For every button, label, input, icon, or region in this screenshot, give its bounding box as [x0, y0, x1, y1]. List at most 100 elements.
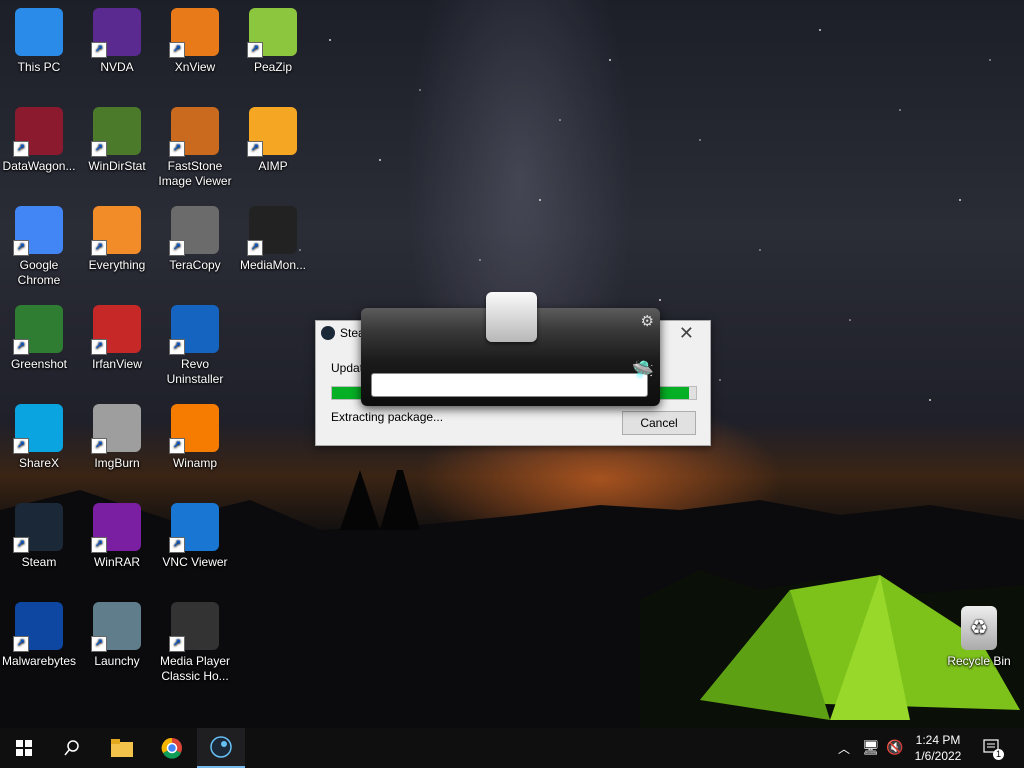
search-icon: [64, 740, 79, 756]
network-icon[interactable]: 🖥: [862, 739, 880, 756]
desktop-icon-everything[interactable]: ↗ Everything: [78, 200, 156, 273]
search-button[interactable]: [48, 728, 96, 768]
desktop-icon-xnview[interactable]: ↗ XnView: [156, 2, 234, 75]
desktop-icon-label: Recycle Bin: [947, 654, 1011, 668]
desktop-icon-vnc[interactable]: ↗ VNC Viewer: [156, 497, 234, 570]
taskbar-chrome[interactable]: [148, 728, 196, 768]
desktop-icon-windirstat[interactable]: ↗ WinDirStat: [78, 101, 156, 174]
taskbar-file-explorer[interactable]: [98, 728, 146, 768]
desktop-icon-peazip[interactable]: ↗ PeaZip: [234, 2, 312, 75]
desktop-icon-datawagon[interactable]: ↗ DataWagon...: [0, 101, 78, 174]
shortcut-arrow-icon: ↗: [13, 141, 29, 157]
desktop-icon-label: Google Chrome: [17, 258, 61, 287]
steam-icon: ↗: [13, 503, 63, 553]
desktop-icon-malwarebytes[interactable]: ↗ Malwarebytes: [0, 596, 78, 669]
this-pc-icon: [15, 8, 63, 56]
faststone-icon: ↗: [169, 107, 219, 157]
chrome-icon: ↗: [13, 206, 63, 256]
shortcut-arrow-icon: ↗: [247, 240, 263, 256]
launchy-window: ⚙ 🛸: [361, 292, 660, 406]
irfanview-icon: ↗: [91, 305, 141, 355]
desktop-icon-winamp[interactable]: ↗ Winamp: [156, 398, 234, 471]
desktop-icon-chrome[interactable]: ↗ Google Chrome: [0, 200, 78, 288]
desktop-icon-steam[interactable]: ↗ Steam: [0, 497, 78, 570]
desktop-icon-label: TeraCopy: [169, 258, 221, 272]
desktop-icon-launchy[interactable]: ↗ Launchy: [78, 596, 156, 669]
desktop-icon-faststone[interactable]: ↗ FastStone Image Viewer: [156, 101, 234, 189]
shortcut-arrow-icon: ↗: [169, 339, 185, 355]
desktop-icon-greenshot[interactable]: ↗ Greenshot: [0, 299, 78, 372]
desktop-icon-this-pc[interactable]: This PC: [0, 2, 78, 75]
shortcut-arrow-icon: ↗: [91, 141, 107, 157]
shortcut-arrow-icon: ↗: [13, 636, 29, 652]
clock-time: 1:24 PM: [915, 733, 961, 747]
vnc-icon: ↗: [169, 503, 219, 553]
folder-icon: [111, 739, 133, 757]
winamp-icon: ↗: [169, 404, 219, 454]
desktop-icon-label: PeaZip: [253, 60, 293, 74]
desktop-icon-mpc[interactable]: ↗ Media Player Classic Ho...: [156, 596, 234, 684]
peazip-icon: ↗: [247, 8, 297, 58]
recycle-bin-icon: ♻: [961, 606, 997, 650]
desktop-icon-label: AIMP: [258, 159, 288, 173]
imgburn-icon: ↗: [91, 404, 141, 454]
desktop-icon-sharex[interactable]: ↗ ShareX: [0, 398, 78, 471]
desktop-icon-recycle-bin[interactable]: ♻ Recycle Bin: [940, 600, 1018, 669]
desktop-icon-label: Malwarebytes: [1, 654, 77, 668]
shortcut-arrow-icon: ↗: [247, 42, 263, 58]
winrar-icon: ↗: [91, 503, 141, 553]
tray-chevron-icon[interactable]: ︿: [838, 740, 850, 757]
everything-icon: ↗: [91, 206, 141, 256]
volume-muted-icon[interactable]: 🔇: [886, 739, 903, 756]
revo-icon: ↗: [169, 305, 219, 355]
shortcut-arrow-icon: ↗: [169, 141, 185, 157]
taskbar-steam[interactable]: [197, 728, 245, 768]
shortcut-arrow-icon: ↗: [91, 636, 107, 652]
desktop-icon-aimp[interactable]: ↗ AIMP: [234, 101, 312, 174]
start-button[interactable]: [0, 728, 48, 768]
desktop-icon-revo[interactable]: ↗ Revo Uninstaller: [156, 299, 234, 387]
desktop-icon-label: Everything: [88, 258, 146, 272]
shortcut-arrow-icon: ↗: [91, 537, 107, 553]
shortcut-arrow-icon: ↗: [13, 537, 29, 553]
detail-label: Extracting package...: [331, 410, 444, 424]
desktop-icon-irfanview[interactable]: ↗ IrfanView: [78, 299, 156, 372]
desktop-icon-winrar[interactable]: ↗ WinRAR: [78, 497, 156, 570]
launchy-drag-handle[interactable]: [486, 292, 537, 342]
desktop-icon-teracopy[interactable]: ↗ TeraCopy: [156, 200, 234, 273]
desktop-icon-mediamonkey[interactable]: ↗ MediaMon...: [234, 200, 312, 273]
clock-date: 1/6/2022: [914, 749, 962, 763]
datawagon-icon: ↗: [13, 107, 63, 157]
clock[interactable]: 1:24 PM 1/6/2022: [909, 732, 967, 764]
steam-icon: [321, 326, 335, 340]
cancel-button[interactable]: Cancel: [622, 411, 696, 435]
mpc-icon: ↗: [169, 602, 219, 652]
desktop-icon-label: VNC Viewer: [162, 555, 228, 569]
desktop-icon-label: XnView: [174, 60, 216, 74]
status-label: Updat: [331, 361, 364, 375]
gear-icon[interactable]: ⚙: [641, 312, 654, 330]
desktop-icon-imgburn[interactable]: ↗ ImgBurn: [78, 398, 156, 471]
shortcut-arrow-icon: ↗: [169, 42, 185, 58]
desktop-icon-label: WinRAR: [93, 555, 140, 569]
desktop-icon-label: Media Player Classic Ho...: [159, 654, 231, 683]
notification-button[interactable]: 1: [982, 738, 1004, 760]
desktop-icon-label: Revo Uninstaller: [166, 357, 224, 386]
steam-icon: [210, 736, 232, 758]
desktop-icon-label: Winamp: [172, 456, 217, 470]
notification-badge: 1: [993, 749, 1004, 760]
desktop-icon-label: Launchy: [94, 654, 140, 668]
launchy-ufo-icon: 🛸: [631, 360, 654, 380]
windows-icon: [16, 740, 32, 756]
malwarebytes-icon: ↗: [13, 602, 63, 652]
desktop-icon-label: IrfanView: [92, 357, 142, 371]
launchy-icon: ↗: [91, 602, 141, 652]
aimp-icon: ↗: [247, 107, 297, 157]
close-button[interactable]: ✕: [679, 323, 694, 344]
desktop-icon-nvda[interactable]: ↗ NVDA: [78, 2, 156, 75]
desktop-icon-label: ShareX: [18, 456, 60, 470]
sharex-icon: ↗: [13, 404, 63, 454]
desktop-icon-label: MediaMon...: [239, 258, 307, 272]
launchy-search-input[interactable]: [371, 373, 648, 397]
shortcut-arrow-icon: ↗: [169, 636, 185, 652]
